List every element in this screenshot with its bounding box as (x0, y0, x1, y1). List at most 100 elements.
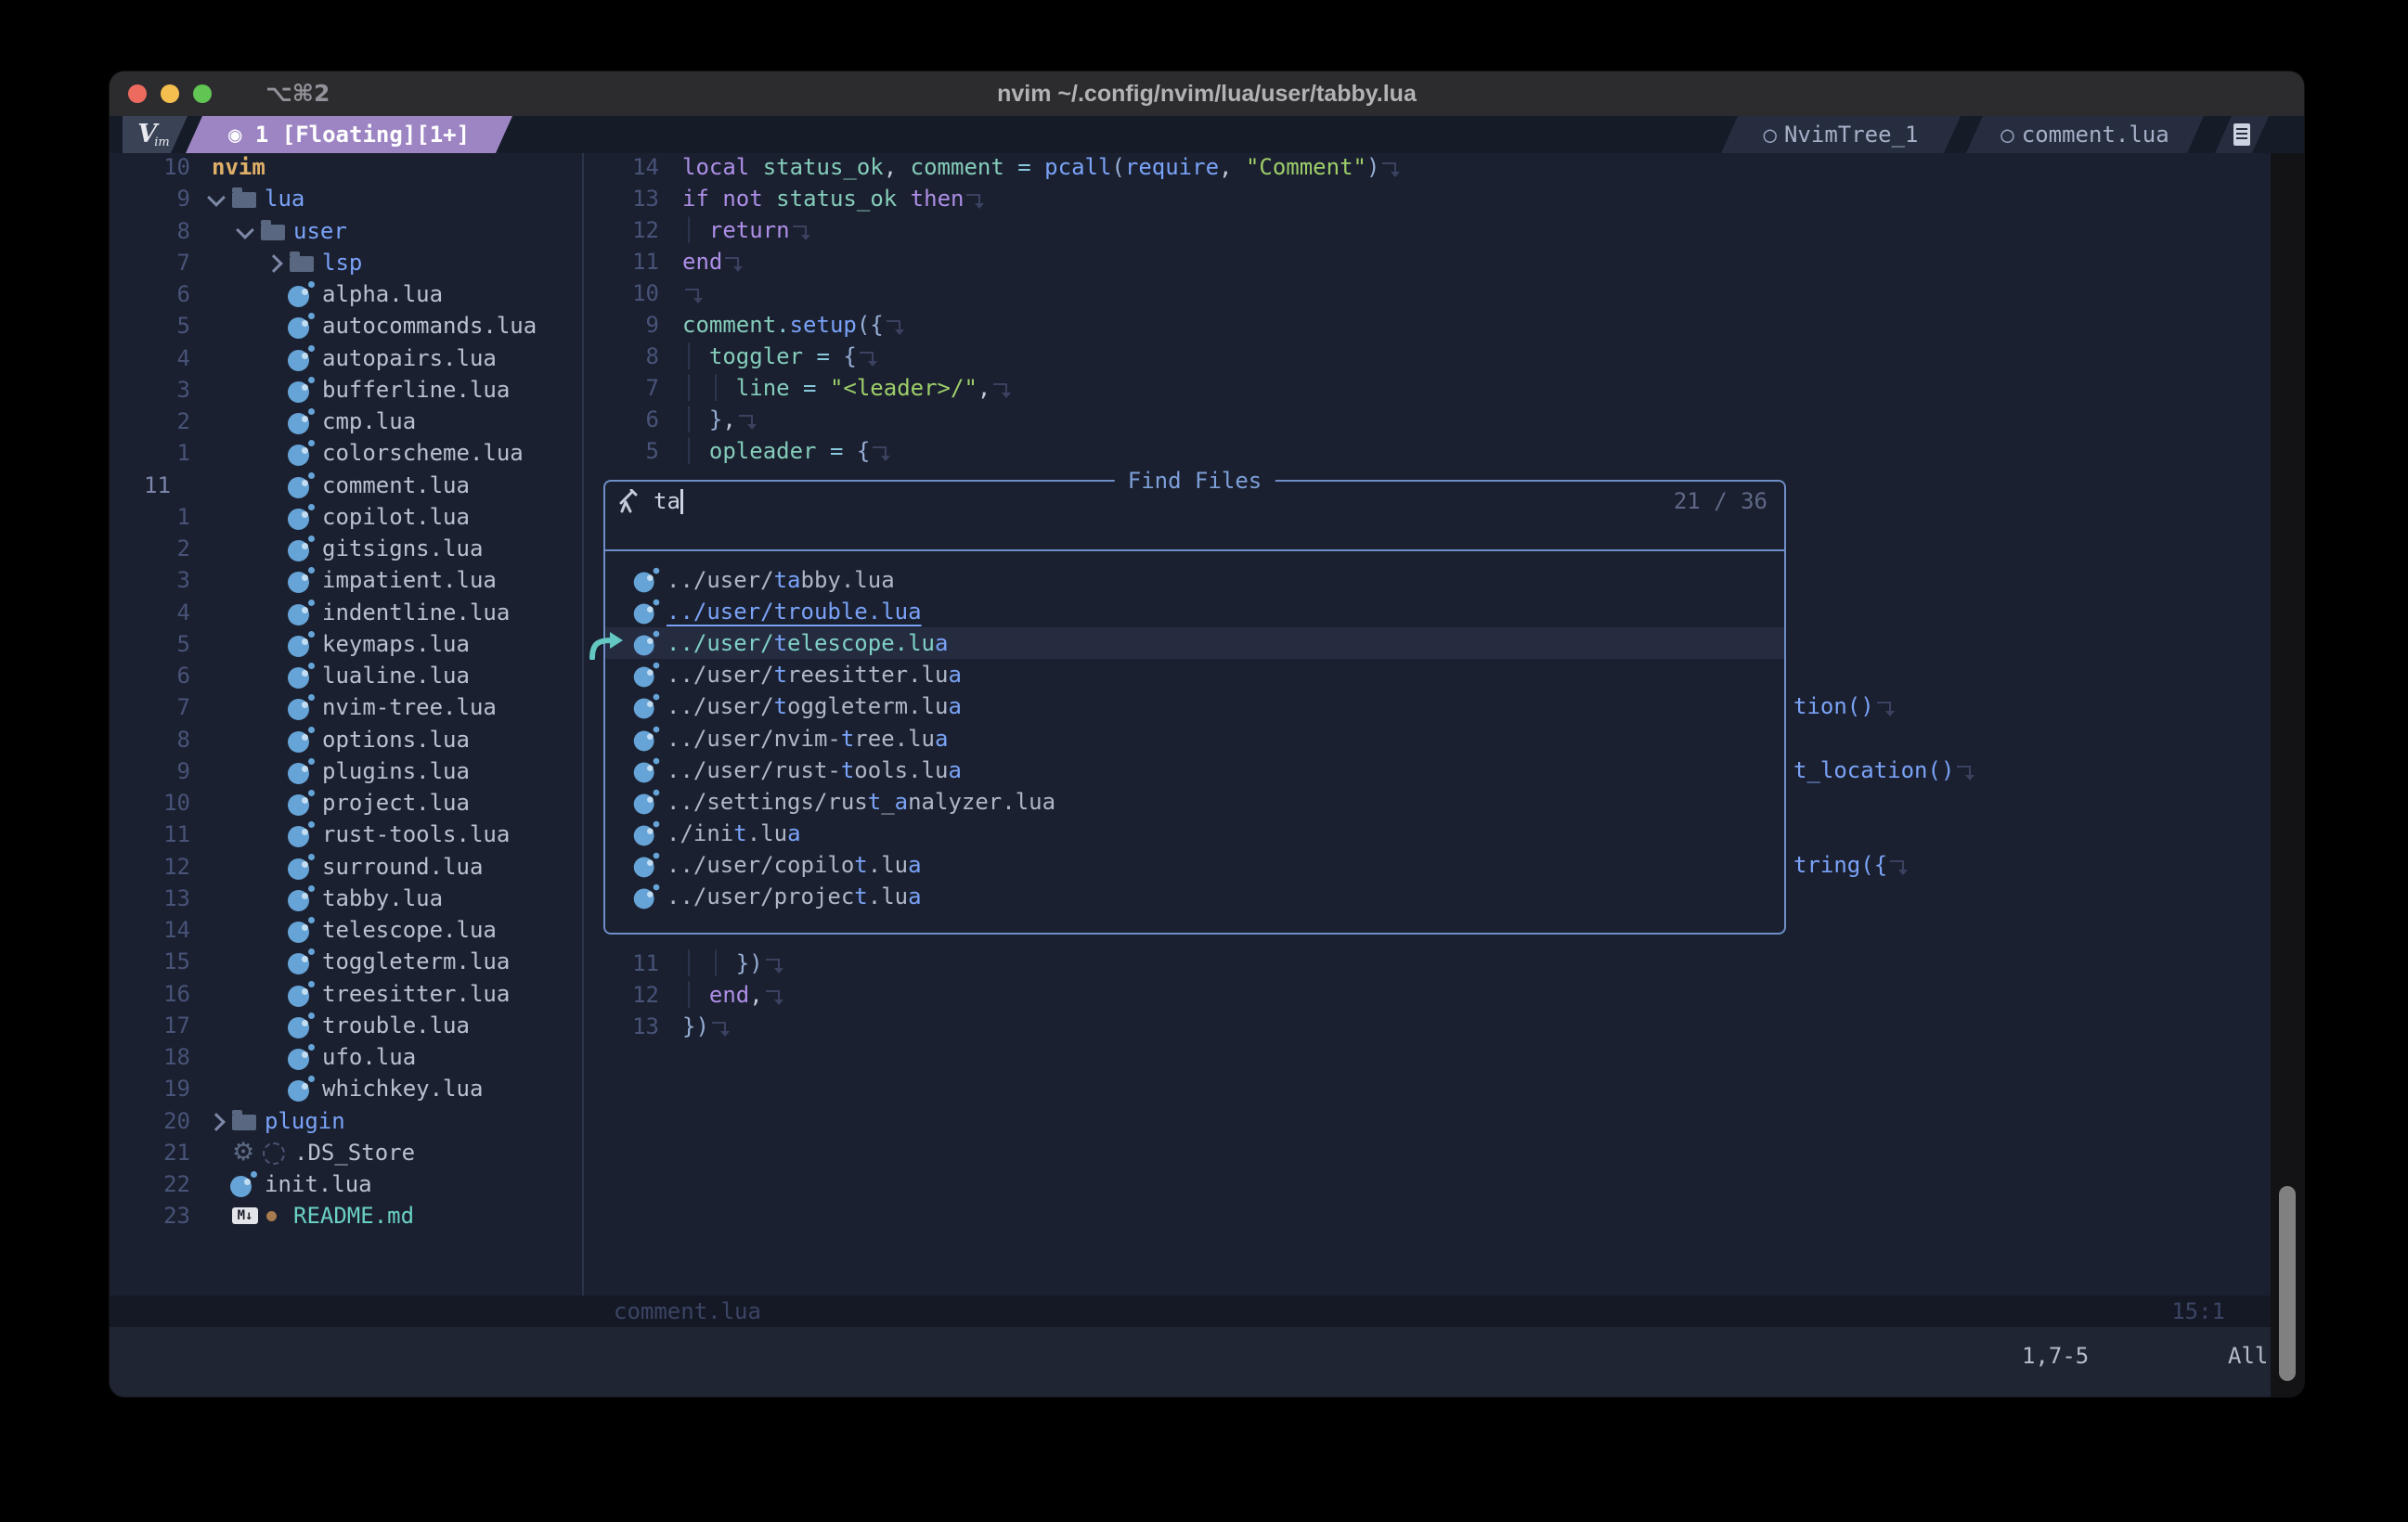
line-number: 12 (584, 979, 659, 1011)
line-number: 1 (125, 501, 190, 533)
find-files-prompt[interactable]: ta 21 / 36 (605, 485, 1784, 517)
folder-icon (261, 225, 285, 240)
tree-row-ufo.lua[interactable]: 18ufo.lua (125, 1041, 582, 1073)
search-input[interactable]: ta (654, 485, 680, 517)
scrollbar-thumb[interactable] (2279, 1186, 2296, 1381)
editor-line[interactable]: 7│ │ line = "<leader>/", (584, 372, 2271, 404)
editor-line[interactable]: 11│ │ }) (584, 948, 2271, 979)
lua-file-icon (288, 917, 316, 945)
find-files-result[interactable]: ../user/copilot.lua (605, 849, 1784, 881)
git-status-dot (266, 1211, 277, 1221)
tree-row-comment.lua[interactable]: 11comment.lua (125, 470, 582, 501)
line-number: 2 (125, 406, 190, 437)
tree-row-gitsigns.lua[interactable]: 2gitsigns.lua (125, 533, 582, 564)
lua-file-icon (288, 854, 316, 882)
editor-line[interactable]: 8│ toggler = { (584, 341, 2271, 372)
find-files-result[interactable]: ../settings/rust_analyzer.lua (605, 786, 1784, 818)
tree-row-init.lua[interactable]: 22init.lua (125, 1168, 582, 1200)
tree-row-surround.lua[interactable]: 12surround.lua (125, 851, 582, 883)
line-number: 10 (584, 277, 659, 309)
lua-file-icon (288, 790, 316, 818)
editor-line[interactable]: 12│ return (584, 214, 2271, 246)
nvimtree-panel[interactable]: 10nvim9lua8user7lsp6alpha.lua5autocomman… (125, 153, 582, 1296)
lua-file-icon (634, 568, 661, 595)
find-files-result[interactable]: ../user/treesitter.lua (605, 659, 1784, 690)
editor-line[interactable]: 5│ opleader = { (584, 435, 2271, 467)
result-path: ../settings/rust_analyzer.lua (667, 786, 1055, 818)
tree-row-treesitter.lua[interactable]: 16treesitter.lua (125, 978, 582, 1010)
tab-active-floating[interactable]: ◉ 1 [Floating][1+] (186, 116, 512, 153)
line-number: 2 (125, 533, 190, 564)
tree-row-whichkey.lua[interactable]: 19whichkey.lua (125, 1073, 582, 1104)
tree-row-telescope.lua[interactable]: 14telescope.lua (125, 914, 582, 946)
lua-file-icon (634, 821, 661, 848)
tab-nvimtree_1[interactable]: ○NvimTree_1 (1721, 116, 1961, 153)
screen: ⌥⌘2 nvim ~/.config/nvim/lua/user/tabby.l… (0, 0, 2408, 1522)
editor-line[interactable]: 14local status_ok, comment = pcall(requi… (584, 151, 2271, 183)
find-files-result[interactable]: ../user/trouble.lua (605, 596, 1784, 627)
tree-row-project.lua[interactable]: 10project.lua (125, 787, 582, 819)
tree-row-nvim-tree.lua[interactable]: 7nvim-tree.lua (125, 691, 582, 723)
tree-row-autocommands.lua[interactable]: 5autocommands.lua (125, 310, 582, 342)
find-files-result[interactable]: ../user/rust-tools.lua (605, 755, 1784, 786)
tree-row-lsp[interactable]: 7lsp (125, 247, 582, 278)
editor-line[interactable]: 12│ end, (584, 979, 2271, 1011)
lua-file-icon (288, 821, 316, 849)
text-cursor (680, 489, 683, 514)
result-path: ./init.lua (667, 818, 801, 849)
vim-logo-icon: Vim (123, 116, 188, 153)
tree-row-cmp.lua[interactable]: 2cmp.lua (125, 406, 582, 437)
tree-row-plugin[interactable]: 20plugin (125, 1105, 582, 1137)
tree-row-.DS_Store[interactable]: 21⚙.DS_Store (125, 1137, 582, 1168)
lua-file-icon (634, 853, 661, 880)
tree-row-rust-tools.lua[interactable]: 11rust-tools.lua (125, 819, 582, 850)
tree-row-keymaps.lua[interactable]: 5keymaps.lua (125, 628, 582, 660)
editor-line[interactable]: 11 end (584, 246, 2271, 277)
find-files-result[interactable]: ../user/tabby.lua (605, 564, 1784, 596)
line-number: 11 (584, 246, 659, 277)
editor-line[interactable]: 13if not status_ok then (584, 183, 2271, 214)
tree-row-impatient.lua[interactable]: 3impatient.lua (125, 564, 582, 596)
tree-row-README.md[interactable]: 23M↓README.md (125, 1200, 582, 1232)
eol-icon (887, 316, 903, 332)
editor-fragment: tring({ (1793, 849, 1907, 881)
line-number: 6 (125, 278, 190, 310)
tree-row-lua[interactable]: 9lua (125, 183, 582, 214)
tree-row-copilot.lua[interactable]: 1copilot.lua (125, 501, 582, 533)
tree-row-autopairs.lua[interactable]: 4autopairs.lua (125, 342, 582, 374)
tree-row-colorscheme.lua[interactable]: 1colorscheme.lua (125, 437, 582, 469)
eol-icon (739, 410, 756, 427)
tree-row-nvim[interactable]: 10nvim (125, 151, 582, 183)
line-number: 9 (125, 183, 190, 214)
find-files-result[interactable]: ../user/telescope.lua (605, 627, 1784, 659)
tree-row-alpha.lua[interactable]: 6alpha.lua (125, 278, 582, 310)
tree-row-toggleterm.lua[interactable]: 15toggleterm.lua (125, 946, 582, 977)
lua-file-icon (230, 1171, 258, 1199)
editor-line[interactable]: 9comment.setup({ (584, 309, 2271, 341)
tree-row-tabby.lua[interactable]: 13tabby.lua (125, 883, 582, 914)
lua-file-icon (288, 472, 316, 500)
find-files-result[interactable]: ../user/toggleterm.lua (605, 690, 1784, 722)
code-text: local status_ok, comment = pcall(require… (682, 151, 1399, 183)
line-number: 5 (125, 628, 190, 660)
tree-row-lualine.lua[interactable]: 6lualine.lua (125, 660, 582, 691)
tree-row-plugins.lua[interactable]: 9plugins.lua (125, 755, 582, 787)
tree-row-user[interactable]: 8user (125, 215, 582, 247)
find-files-popup: Find Files ta 21 / 36 ../u (603, 480, 1786, 935)
find-files-result[interactable]: ../user/project.lua (605, 881, 1784, 912)
tree-row-trouble.lua[interactable]: 17trouble.lua (125, 1010, 582, 1041)
dashed-circle-icon (263, 1142, 285, 1165)
find-files-result[interactable]: ./init.lua (605, 818, 1784, 849)
editor-line[interactable]: 10 (584, 277, 2271, 309)
statusline-position: 15:1 (2171, 1296, 2225, 1327)
find-files-result[interactable]: ../user/nvim-tree.lua (605, 723, 1784, 755)
tree-root-label: nvim (212, 151, 265, 183)
tab-buffer-list[interactable] (2215, 116, 2269, 153)
tree-row-bufferline.lua[interactable]: 3bufferline.lua (125, 374, 582, 406)
editor-line[interactable]: 6│ }, (584, 404, 2271, 435)
code-text: end (682, 246, 742, 277)
tree-row-options.lua[interactable]: 8options.lua (125, 724, 582, 755)
tab-comment.lua[interactable]: ○comment.lua (1966, 116, 2204, 153)
editor-line[interactable]: 13}) (584, 1011, 2271, 1042)
tree-row-indentline.lua[interactable]: 4indentline.lua (125, 597, 582, 628)
